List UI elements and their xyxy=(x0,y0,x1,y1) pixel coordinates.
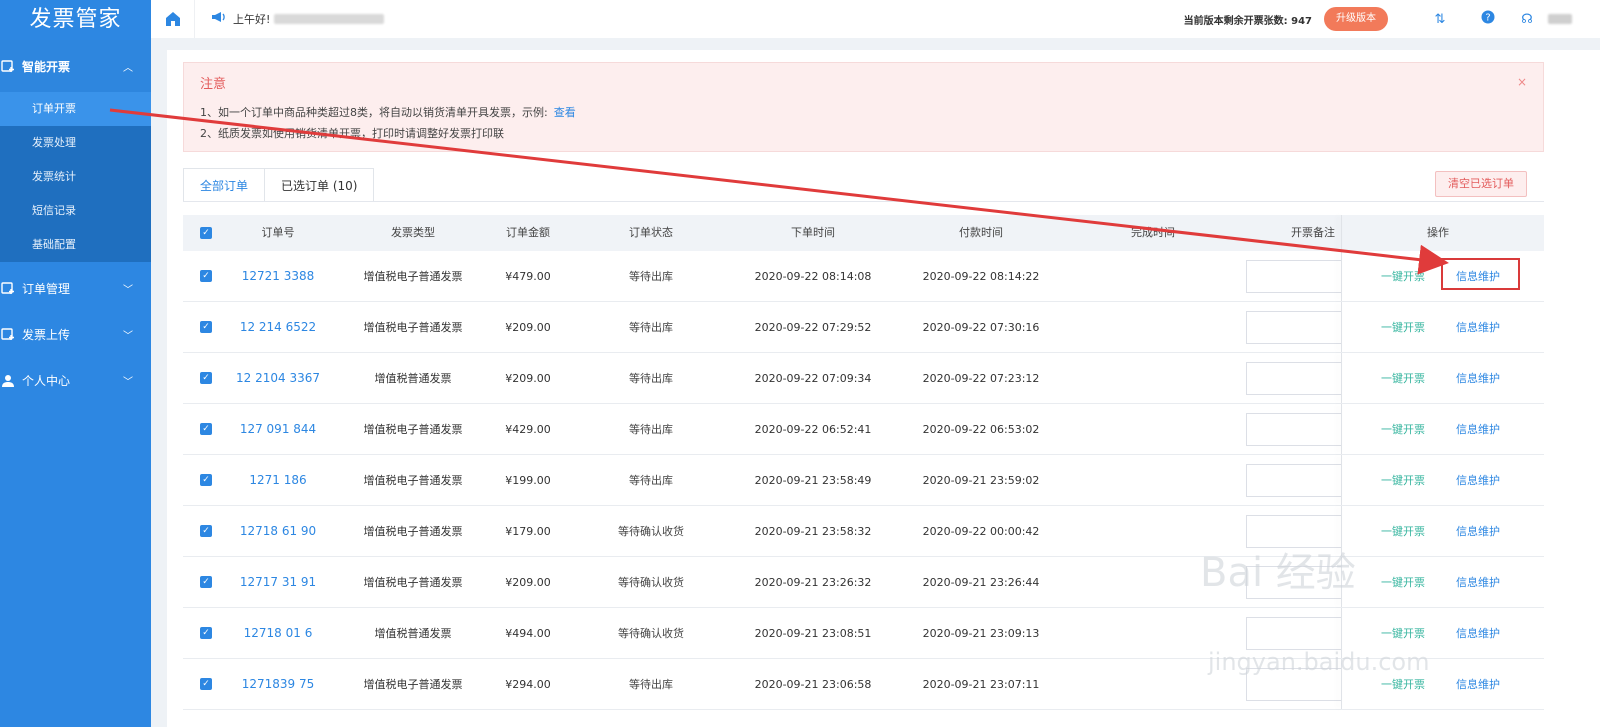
watermark-logo: Bai 经验 xyxy=(1200,550,1356,596)
arrow-annotation xyxy=(109,108,1449,275)
watermark-url: jingyan.baidu.com xyxy=(1208,648,1430,676)
